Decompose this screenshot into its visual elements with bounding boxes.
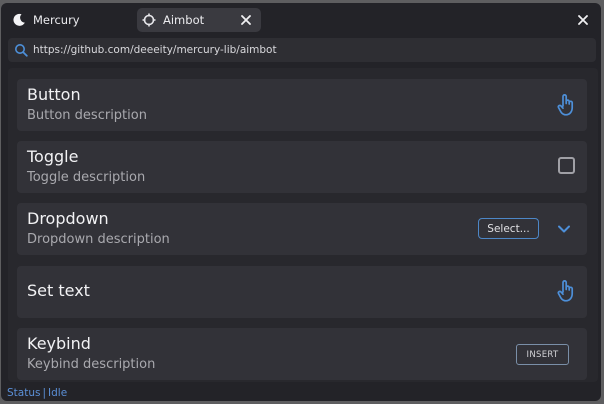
tab-aimbot[interactable]: Aimbot [137,8,261,32]
toggle-item[interactable]: Toggle Toggle description [17,141,587,193]
tab-label: Aimbot [163,13,205,27]
moon-icon [11,12,27,28]
item-description: Toggle description [27,170,146,185]
close-tab-icon[interactable] [238,12,254,28]
status-value: Idle [48,387,68,399]
item-description: Dropdown description [27,232,170,247]
dropdown-item[interactable]: Dropdown Dropdown description Select... [17,203,587,255]
pointer-hand-icon[interactable] [556,279,576,303]
tab-label: Mercury [33,13,80,27]
close-window-icon[interactable] [575,12,591,28]
mercury-window: Mercury Aimbot Button Button description [1,3,601,401]
item-title: Set text [27,281,90,300]
keybind-item[interactable]: Keybind Keybind description INSERT [17,328,587,380]
status-separator: | [42,387,47,399]
item-title: Dropdown [27,209,109,228]
url-input[interactable] [33,44,573,56]
item-title: Keybind [27,334,91,353]
set-text-item[interactable]: Set text [17,266,587,318]
pointer-hand-icon[interactable] [556,93,576,117]
select-button[interactable]: Select... [478,218,539,239]
search-icon [14,43,28,57]
item-title: Toggle [27,147,79,166]
status-bar: Status | Idle [7,387,67,399]
item-title: Button [27,85,81,104]
items-panel: Button Button description Toggle Toggle … [8,68,598,382]
chevron-down-icon[interactable] [557,222,571,236]
toggle-checkbox[interactable] [558,157,575,174]
item-description: Button description [27,108,147,123]
crosshair-icon [141,12,157,28]
tab-bar: Mercury Aimbot [1,3,601,37]
tab-mercury[interactable]: Mercury [9,8,134,32]
keybind-button[interactable]: INSERT [516,344,569,365]
status-label: Status [7,387,41,399]
item-description: Keybind description [27,357,156,372]
address-bar[interactable] [8,38,596,62]
button-item[interactable]: Button Button description [17,79,587,131]
